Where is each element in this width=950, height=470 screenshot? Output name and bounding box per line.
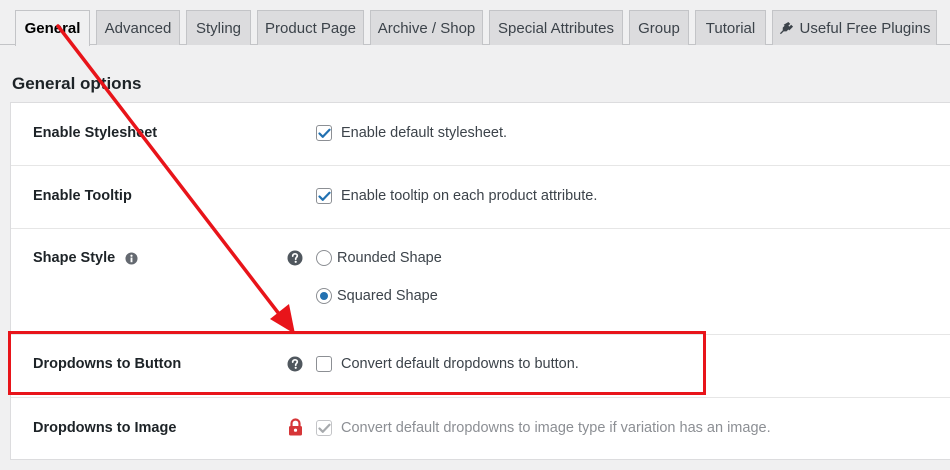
plug-icon [779, 21, 794, 36]
row-enable-tooltip: Enable Tooltip Enable tooltip on each pr… [11, 166, 950, 229]
tab-special-attributes[interactable]: Special Attributes [489, 10, 623, 45]
row-label: Enable Tooltip [33, 188, 132, 204]
rounded-radio-label[interactable]: Rounded Shape [337, 250, 442, 266]
tab-product-page[interactable]: Product Page [257, 10, 364, 45]
dropdown-image-checkbox[interactable] [316, 420, 332, 436]
radio-selected-dot [320, 292, 328, 300]
row-label: Dropdowns to Image [33, 420, 177, 436]
dropdown-button-checkbox-label[interactable]: Convert default dropdowns to button. [341, 356, 579, 372]
tab-useful-free-plugins-label: Useful Free Plugins [799, 19, 931, 37]
settings-panel: Enable Stylesheet Enable default stylesh… [10, 102, 950, 460]
stylesheet-checkbox-label[interactable]: Enable default stylesheet. [341, 125, 507, 141]
section-title: General options [12, 74, 142, 93]
row-label: Shape Style [33, 250, 138, 266]
tab-group[interactable]: Group [629, 10, 689, 45]
tab-useful-free-plugins[interactable]: Useful Free Plugins [772, 10, 937, 45]
tab-styling[interactable]: Styling [186, 10, 251, 45]
rounded-radio[interactable] [316, 250, 332, 266]
lock-icon [288, 418, 303, 436]
row-dropdowns-to-button: Dropdowns to Button Convert default drop… [11, 335, 950, 398]
row-label: Enable Stylesheet [33, 125, 158, 141]
tooltip-checkbox-label[interactable]: Enable tooltip on each product attribute… [341, 188, 597, 204]
row-label: Dropdowns to Button [33, 356, 182, 372]
tab-advanced[interactable]: Advanced [96, 10, 180, 45]
dropdown-button-checkbox[interactable] [316, 356, 332, 372]
info-icon[interactable] [125, 251, 138, 265]
stylesheet-control: Enable default stylesheet. [316, 125, 507, 141]
row-shape-style: Shape Style Rounded Shape Squared Shape [11, 229, 950, 335]
checkmark-icon [317, 128, 331, 138]
squared-radio-label[interactable]: Squared Shape [337, 288, 438, 304]
stylesheet-checkbox[interactable] [316, 125, 332, 141]
row-dropdowns-to-image: Dropdowns to Image Convert default dropd… [11, 398, 950, 460]
tab-bar: General Advanced Styling Product Page Ar… [0, 0, 950, 46]
tab-tutorial[interactable]: Tutorial [695, 10, 766, 45]
tooltip-checkbox[interactable] [316, 188, 332, 204]
squared-radio[interactable] [316, 288, 332, 304]
tab-general[interactable]: General [15, 10, 90, 46]
shape-style-label: Shape Style [33, 250, 116, 266]
checkmark-icon [317, 423, 331, 433]
tooltip-control: Enable tooltip on each product attribute… [316, 188, 597, 204]
shape-option-squared[interactable]: Squared Shape [316, 288, 438, 304]
dropdown-image-control: Convert default dropdowns to image type … [316, 420, 771, 436]
help-icon[interactable] [287, 250, 303, 266]
dropdown-button-control: Convert default dropdowns to button. [316, 356, 579, 372]
tab-archive-shop[interactable]: Archive / Shop [370, 10, 483, 45]
checkmark-icon [317, 191, 331, 201]
shape-option-rounded[interactable]: Rounded Shape [316, 250, 442, 266]
help-icon[interactable] [287, 356, 303, 372]
dropdown-image-checkbox-label: Convert default dropdowns to image type … [341, 420, 771, 436]
row-enable-stylesheet: Enable Stylesheet Enable default stylesh… [11, 103, 950, 166]
